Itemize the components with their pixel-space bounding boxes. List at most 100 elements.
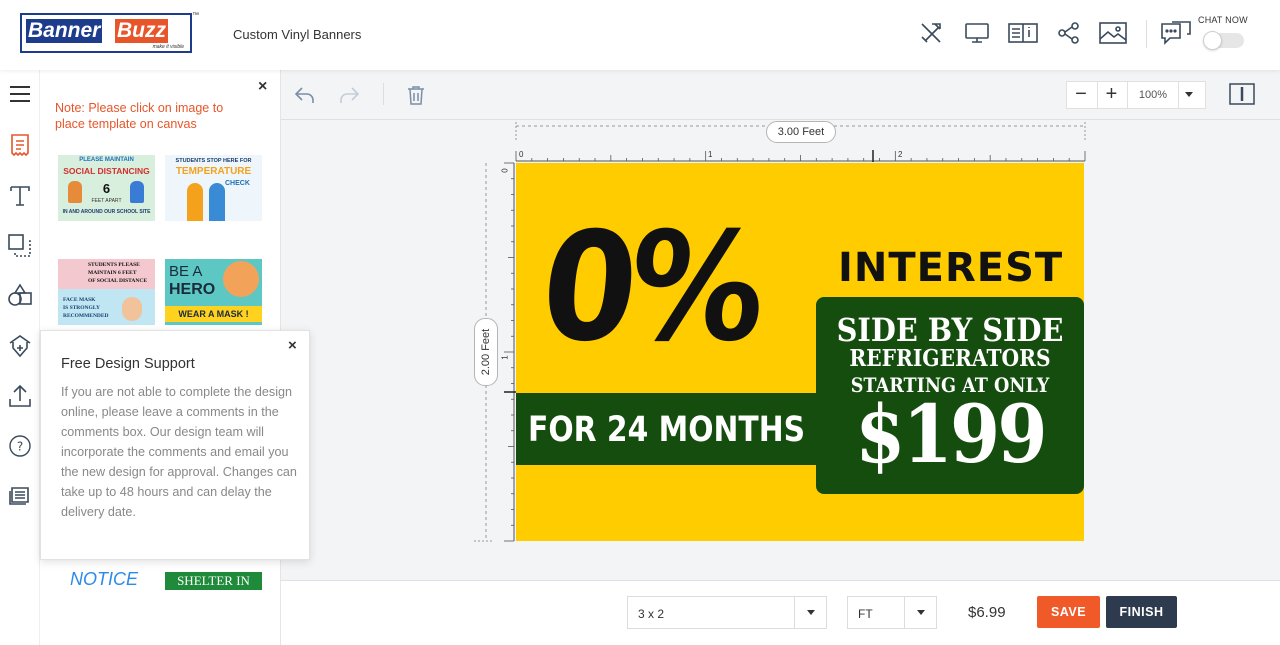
template-4-line3: WEAR A MASK !	[165, 306, 262, 322]
template-thumb-notice[interactable]: NOTICE	[58, 567, 155, 591]
bannerbuzz-logo[interactable]: Banner Buzz make it visible ™	[20, 12, 199, 53]
height-dimension-pill: 2.00 Feet	[474, 318, 498, 386]
split-view-icon[interactable]	[1229, 83, 1255, 105]
template-3-line3: OF SOCIAL DISTANCE	[88, 278, 147, 284]
template-1-line5: IN AND AROUND OUR SCHOOL SITE	[62, 209, 151, 215]
template-thumb-face-mask[interactable]: STUDENTS PLEASE MAINTAIN 6 FEET OF SOCIA…	[58, 259, 155, 325]
template-2-line3: CHECK	[225, 180, 250, 187]
h-ruler-label-1: 1	[708, 150, 713, 159]
template-thumb-social-distancing[interactable]: PLEASE MAINTAIN SOCIAL DISTANCING 6 FEET…	[58, 155, 155, 221]
free-design-support-popup: × Free Design Support If you are not abl…	[40, 330, 310, 560]
height-dimension-label: 2.00 Feet	[480, 328, 492, 376]
unit-select[interactable]: FT	[847, 596, 937, 629]
popup-close-button[interactable]: ×	[288, 337, 297, 354]
template-thumb-shelter-in-place[interactable]: SHELTER IN	[165, 572, 262, 590]
template-5-line1: NOTICE	[70, 569, 139, 589]
logo-word-buzz: Buzz	[115, 19, 168, 43]
undo-icon[interactable]	[293, 83, 317, 107]
svg-text:?: ?	[17, 440, 23, 454]
unit-select-divider	[904, 597, 905, 628]
template-3-line4: FACE MASK	[63, 297, 96, 303]
panel-close-button[interactable]: ×	[258, 78, 267, 96]
hamburger-menu-icon[interactable]	[7, 81, 33, 107]
shapes-icon[interactable]	[7, 283, 33, 309]
for-24-months-text[interactable]: FOR 24 MONTHS	[528, 411, 805, 449]
layers-icon[interactable]	[7, 233, 33, 259]
template-2-line1: STUDENTS STOP HERE FOR	[175, 158, 252, 164]
v-ruler-label-1: 1	[500, 355, 510, 360]
guide-book-icon[interactable]	[1008, 20, 1038, 46]
template-1-number: 6	[102, 181, 111, 196]
template-4-line1: BE A	[169, 263, 203, 280]
h-ruler-label-0: 0	[519, 150, 524, 159]
size-select-caret-icon	[807, 610, 815, 615]
template-1-line4: FEET APART	[91, 198, 122, 204]
chat-bubble-icon[interactable]	[1160, 20, 1192, 46]
zoom-control: − + 100%	[1066, 81, 1206, 109]
upload-icon[interactable]	[7, 383, 33, 409]
image-icon[interactable]	[1099, 20, 1127, 46]
bottom-bar: 3 x 2 FT $6.99 SAVE FINISH	[281, 580, 1280, 645]
template-note: Note: Please click on image to place tem…	[55, 101, 224, 131]
price-199-text[interactable]: $199	[829, 390, 1070, 478]
zero-percent-text[interactable]: 0%	[535, 201, 766, 375]
total-price: $6.99	[968, 604, 1006, 621]
logo-trademark: ™	[192, 12, 199, 19]
templates-icon[interactable]	[7, 132, 33, 158]
hero-face-figure	[223, 261, 259, 297]
finish-button[interactable]: FINISH	[1106, 596, 1177, 628]
zoom-in-button[interactable]: +	[1097, 82, 1125, 108]
preview-monitor-icon[interactable]	[964, 20, 990, 46]
chat-toggle[interactable]	[1203, 31, 1244, 50]
chat-toggle-knob	[1203, 31, 1222, 50]
template-3-line2: MAINTAIN 6 FEET	[88, 270, 137, 276]
popup-title: Free Design Support	[61, 356, 195, 372]
size-select-value: 3 x 2	[638, 607, 665, 621]
zoom-out-button[interactable]: −	[1067, 82, 1095, 108]
vertical-ruler-ticks	[504, 162, 514, 542]
template-3-line5: IS STRONGLY	[63, 305, 100, 311]
mask-face-figure	[122, 297, 142, 321]
template-1-line2: SOCIAL DISTANCING	[63, 166, 150, 176]
top-bar: Banner Buzz make it visible ™ Custom Vin…	[0, 0, 1280, 70]
banner-canvas[interactable]: 0% INTEREST FOR 24 MONTHS SIDE BY SIDE R…	[516, 163, 1084, 541]
comments-icon[interactable]	[7, 483, 33, 509]
side-by-side-text[interactable]: SIDE BY SIDE	[829, 313, 1070, 347]
template-thumb-be-a-hero[interactable]: BE A HERO WEAR A MASK !	[165, 259, 262, 325]
zoom-value[interactable]: 100%	[1127, 82, 1179, 108]
share-icon[interactable]	[1056, 20, 1082, 46]
text-tool-icon[interactable]	[7, 183, 33, 209]
redo-icon[interactable]	[337, 83, 361, 107]
editor-toolbar: − + 100%	[281, 70, 1280, 120]
unit-select-value: FT	[858, 607, 873, 621]
person-figure-2	[209, 183, 225, 221]
person-figure-1	[187, 183, 203, 221]
size-select[interactable]: 3 x 2	[627, 596, 827, 629]
unit-select-caret-icon	[917, 610, 925, 615]
chat-now-label: CHAT NOW	[1198, 15, 1248, 25]
template-3-line6: RECOMMENDED	[63, 313, 109, 319]
logo-word-banner: Banner	[26, 19, 103, 43]
horizontal-ruler-ticks	[515, 151, 1086, 161]
zoom-dropdown-caret-icon[interactable]	[1185, 92, 1193, 97]
template-thumb-temperature-check[interactable]: STUDENTS STOP HERE FOR TEMPERATURE CHECK	[165, 155, 262, 221]
refrigerators-text[interactable]: REFRIGERATORS	[832, 346, 1068, 372]
topbar-divider	[1146, 20, 1147, 48]
template-1-line1: PLEASE MAINTAIN	[79, 157, 134, 163]
width-dimension-label: 3.00 Feet	[766, 121, 836, 143]
size-select-divider	[794, 597, 795, 628]
v-ruler-label-0: 0	[500, 168, 510, 173]
save-button[interactable]: SAVE	[1037, 596, 1100, 628]
interest-text[interactable]: INTEREST	[838, 246, 1063, 290]
logo-tagline: make it visible	[152, 44, 184, 50]
design-tools-icon[interactable]	[918, 20, 944, 46]
toolbar-divider	[383, 83, 384, 105]
delete-trash-icon[interactable]	[405, 84, 427, 106]
popup-body-text: If you are not able to complete the desi…	[61, 385, 297, 519]
template-3-line1: STUDENTS PLEASE	[88, 262, 140, 268]
help-icon[interactable]: ?	[7, 433, 33, 459]
h-ruler-label-2: 2	[898, 150, 903, 159]
product-title: Custom Vinyl Banners	[233, 27, 362, 42]
template-2-line2: TEMPERATURE	[175, 166, 252, 177]
clipart-icon[interactable]	[7, 333, 33, 359]
